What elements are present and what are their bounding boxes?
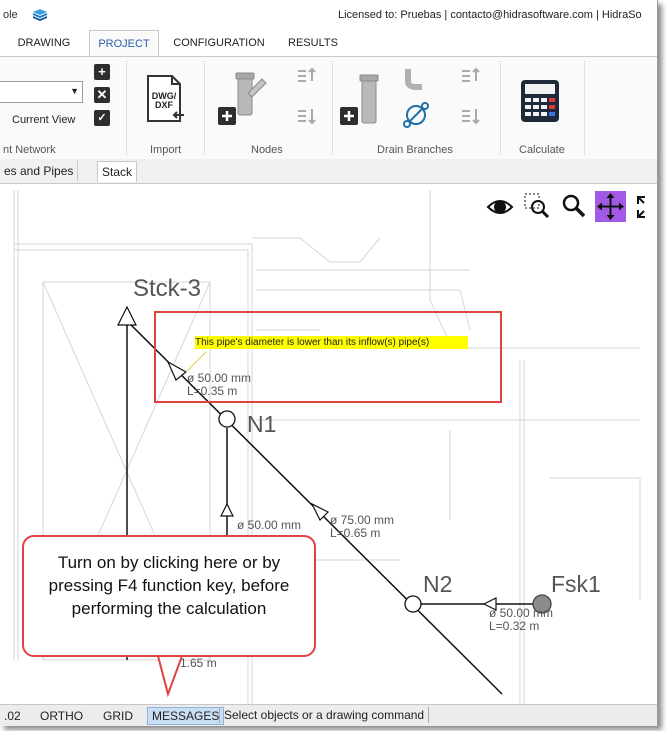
calculate-group-label: Calculate bbox=[519, 144, 565, 156]
ribbon-divider bbox=[332, 61, 333, 155]
ribbon-tabs: DRAWING PROJECT CONFIGURATION RESULTS bbox=[0, 30, 657, 58]
pipe-e-length: 1.65 m bbox=[180, 656, 217, 670]
zoom-window-icon[interactable] bbox=[524, 193, 550, 219]
ribbon-divider bbox=[126, 61, 127, 155]
license-text: Licensed to: Pruebas | contacto@hidrasof… bbox=[338, 9, 642, 21]
grid-toggle[interactable]: GRID bbox=[103, 709, 133, 723]
nodes-group-label: Nodes bbox=[251, 144, 283, 156]
pipe-elbow-icon[interactable] bbox=[404, 67, 426, 91]
current-view-option[interactable]: Current View bbox=[12, 114, 75, 126]
pipe-d-length: L=0.32 m bbox=[489, 619, 539, 633]
title-bar: ole Licensed to: Pruebas | contacto@hidr… bbox=[0, 0, 657, 30]
ribbon-panel: ▼ Current View + ✕ ✓ nt Network DWG/ DXF… bbox=[0, 56, 657, 160]
import-dwg-dxf-button[interactable]: DWG/ DXF bbox=[146, 75, 186, 123]
ribbon-divider bbox=[500, 61, 501, 155]
add-node-button[interactable] bbox=[218, 71, 270, 127]
flow-arrow-icon bbox=[220, 502, 234, 517]
fixture-fsk1-label: Fsk1 bbox=[551, 571, 601, 597]
node-n2[interactable] bbox=[404, 595, 422, 613]
delete-network-button[interactable]: ✕ bbox=[94, 87, 110, 103]
chevron-down-icon: ▼ bbox=[70, 86, 79, 96]
pan-tool-button[interactable] bbox=[595, 191, 626, 222]
pipe-d-diameter: ø 50.00 mm bbox=[489, 606, 553, 620]
move-icon bbox=[597, 193, 624, 220]
node-n1-label: N1 bbox=[247, 411, 276, 437]
network-group-label: nt Network bbox=[3, 144, 56, 156]
branch-list-icon[interactable] bbox=[460, 67, 482, 133]
add-network-button[interactable]: + bbox=[94, 64, 110, 80]
tab-results[interactable]: RESULTS bbox=[280, 30, 346, 56]
eye-icon[interactable] bbox=[486, 194, 514, 220]
zoom-icon[interactable] bbox=[561, 193, 587, 219]
network-combo[interactable]: ▼ bbox=[0, 81, 83, 103]
fullscreen-icon[interactable] bbox=[636, 195, 656, 219]
coordinate-readout: .02 bbox=[4, 709, 21, 723]
pipe-b-diameter: ø 50.00 mm bbox=[237, 518, 301, 532]
doc-tab-stack[interactable]: Stack bbox=[97, 161, 138, 182]
ribbon-divider bbox=[204, 61, 205, 155]
app-name: ole bbox=[3, 9, 18, 21]
connect-branch-icon[interactable] bbox=[402, 101, 430, 129]
callout-text: Turn on by clicking here or by pressing … bbox=[48, 553, 290, 618]
instruction-callout: Turn on by clicking here or by pressing … bbox=[22, 535, 316, 657]
drain-branches-group-label: Drain Branches bbox=[377, 144, 453, 156]
app-logo-icon bbox=[33, 9, 47, 21]
tab-configuration[interactable]: CONFIGURATION bbox=[166, 30, 272, 56]
callout-pointer bbox=[156, 655, 184, 698]
document-tabs: es and Pipes Stack bbox=[0, 159, 657, 184]
dxf-text: DXF bbox=[155, 100, 174, 110]
node-n1[interactable] bbox=[218, 410, 236, 428]
import-group-label: Import bbox=[150, 144, 182, 156]
accept-network-button[interactable]: ✓ bbox=[94, 110, 110, 126]
pipe-c-diameter: ø 75.00 mm bbox=[330, 513, 394, 527]
app-window: ole Licensed to: Pruebas | contacto@hidr… bbox=[0, 0, 658, 726]
doc-tab-fixtures-and-pipes[interactable]: es and Pipes bbox=[0, 161, 79, 181]
add-drain-branch-button[interactable] bbox=[340, 71, 392, 127]
ortho-toggle[interactable]: ORTHO bbox=[40, 709, 83, 723]
tab-drawing[interactable]: DRAWING bbox=[8, 30, 80, 56]
tab-project[interactable]: PROJECT bbox=[89, 30, 159, 58]
node-n2-label: N2 bbox=[423, 571, 452, 597]
stack-top-arrow-icon bbox=[117, 305, 137, 326]
pipe-c-length: L=0.65 m bbox=[330, 526, 380, 540]
stack-label: Stck-3 bbox=[133, 275, 201, 302]
messages-toggle[interactable]: MESSAGES bbox=[147, 707, 225, 725]
node-list-icon[interactable] bbox=[296, 67, 318, 133]
warning-highlight-box bbox=[154, 311, 502, 403]
calculate-button[interactable] bbox=[520, 79, 560, 123]
status-bar: .02 ORTHO GRID MESSAGES Select objects o… bbox=[0, 704, 657, 726]
ribbon-divider bbox=[584, 61, 585, 155]
command-prompt: Select objects or a drawing command bbox=[219, 707, 430, 723]
